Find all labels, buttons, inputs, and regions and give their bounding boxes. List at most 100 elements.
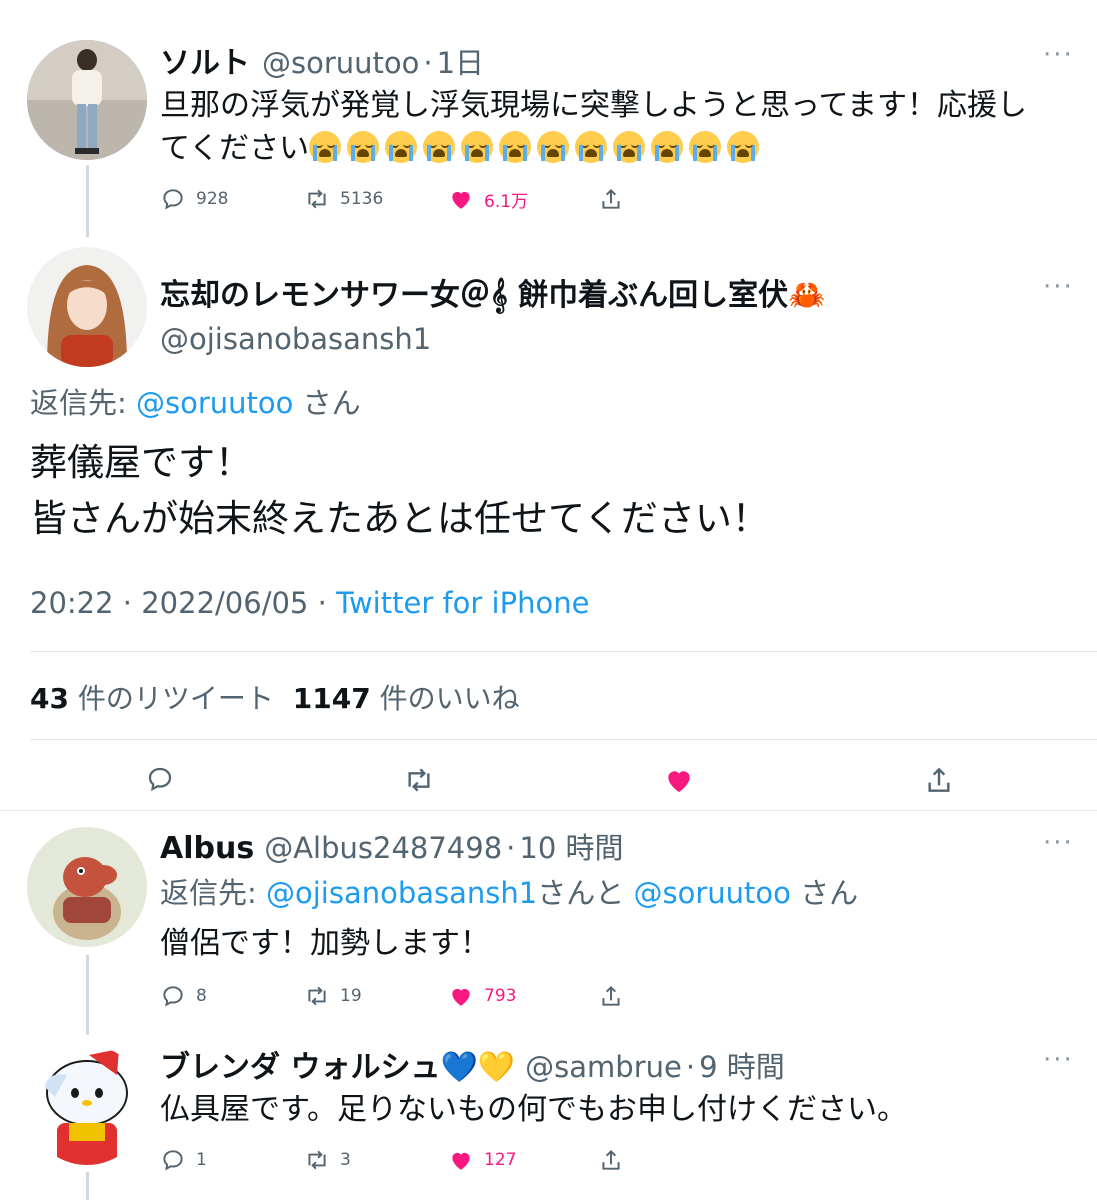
heart-icon: [452, 1152, 470, 1170]
tweet-text-line-2: てください: [160, 127, 1060, 170]
share-icon: [602, 188, 620, 209]
dot-separator: ·: [506, 831, 516, 865]
reply-button[interactable]: 8: [160, 983, 304, 1009]
dot-separator: ·: [122, 586, 133, 620]
main-text-line: 皆さんが始末終えたあとは任せてください！: [30, 497, 769, 540]
heart-icon[interactable]: [663, 764, 695, 796]
reply-suffix: さん: [302, 386, 361, 420]
reply2-header: ブレンダ ウォルシュ💙💛 @sambrue · 9 時間: [160, 1042, 785, 1086]
author-name[interactable]: ソルト: [160, 38, 250, 82]
engagement-stats: 43 件のリツイート 1147 件のいいね: [30, 677, 520, 717]
reply-icon[interactable]: [145, 764, 175, 794]
share-button[interactable]: [598, 983, 624, 1009]
loudly-crying-face-icon: [575, 131, 608, 163]
avatar-sambrue[interactable]: [27, 1045, 147, 1165]
divider: [0, 810, 1097, 811]
more-options-icon[interactable]: ···: [1043, 1045, 1074, 1075]
thread-line: [86, 165, 89, 237]
loudly-crying-face-icon: [689, 131, 722, 163]
heart-icon: [452, 191, 470, 209]
reply-context: 返信先: @soruutoo さん: [30, 380, 361, 422]
like-count: 793: [484, 986, 517, 1006]
like-count: 127: [484, 1150, 517, 1170]
retweet-icon: [308, 189, 326, 209]
author-handle[interactable]: @soruutoo: [262, 46, 419, 80]
loudly-crying-face-icon: [423, 131, 456, 163]
reply-mid: さんと: [537, 876, 625, 910]
tweet-time[interactable]: 9 時間: [699, 1044, 785, 1086]
author-handle[interactable]: @Albus2487498: [264, 831, 502, 865]
heart-icon: [452, 988, 470, 1006]
tweet1-text: 旦那の浮気が発覚し浮気現場に突撃しようと思ってます！応援し てください: [160, 84, 1060, 170]
retweet-button[interactable]: 19: [304, 983, 448, 1009]
retweet-stat-label: 件のリツイート: [77, 682, 274, 715]
loudly-crying-face-icon: [309, 131, 342, 163]
reply-context: 返信先: @ojisanobasansh1さんと @soruutoo さん: [160, 870, 858, 912]
loudly-crying-face-icon: [651, 131, 684, 163]
tweet-time[interactable]: 1日: [437, 40, 484, 82]
emoji-row: [309, 131, 765, 166]
reply2-text: 仏具屋です。足りないもの何でもお申し付けください。: [160, 1092, 907, 1127]
loudly-crying-face-icon: [499, 131, 532, 163]
like-button[interactable]: 6.1万: [448, 186, 598, 212]
reply-button[interactable]: 1: [160, 1147, 304, 1173]
loudly-crying-face-icon: [727, 131, 760, 163]
dot-separator: ·: [423, 46, 433, 80]
share-button[interactable]: [598, 186, 624, 212]
like-button[interactable]: 127: [448, 1147, 598, 1173]
retweet-icon: [308, 1150, 326, 1170]
share-button[interactable]: [598, 1147, 624, 1173]
like-stat-count: 1147: [292, 682, 371, 715]
reply-icon: [163, 986, 183, 1007]
reply-count: 8: [196, 986, 207, 1006]
retweet-stat-count: 43: [30, 682, 69, 715]
reply-icon: [163, 189, 183, 210]
more-options-icon[interactable]: ···: [1043, 40, 1074, 70]
reply-button[interactable]: 928: [160, 186, 304, 212]
author-name[interactable]: ブレンダ ウォルシュ💙💛: [160, 1042, 515, 1086]
tweet-meta: 20:22 · 2022/06/05 · Twitter for iPhone: [30, 586, 589, 620]
share-icon: [602, 985, 620, 1006]
main-tweet-header: 忘却のレモンサワー女＠𝄞 餅巾着ぶん回し室伏🦀 @ojisanobasansh1: [160, 270, 826, 356]
retweet-count: 19: [340, 986, 362, 1006]
thread-line: [86, 1172, 89, 1200]
avatar-soruutoo[interactable]: [27, 40, 147, 160]
share-icon[interactable]: [923, 764, 955, 796]
tweet-text-line: 旦那の浮気が発覚し浮気現場に突撃しようと思ってます！応援し: [160, 88, 1027, 123]
tweet1-actions: 928 5136 6.1万: [160, 184, 624, 214]
like-stat[interactable]: 1147 件のいいね: [293, 682, 520, 715]
main-text-line: 葬儀屋です！: [30, 441, 252, 484]
divider: [30, 739, 1097, 740]
retweet-button[interactable]: 5136: [304, 186, 448, 212]
like-stat-label: 件のいいね: [379, 682, 520, 715]
loudly-crying-face-icon: [461, 131, 494, 163]
retweet-button[interactable]: 3: [304, 1147, 448, 1173]
loudly-crying-face-icon: [537, 131, 570, 163]
reply-prefix: 返信先:: [30, 386, 127, 420]
tweet-time[interactable]: 10 時間: [519, 825, 623, 867]
reply-to-link[interactable]: @soruutoo: [136, 386, 293, 420]
like-count: 6.1万: [484, 191, 529, 212]
retweet-count: 3: [340, 1150, 351, 1170]
retweet-stat[interactable]: 43 件のリツイート: [30, 682, 283, 715]
divider: [30, 651, 1097, 652]
dot-separator: ·: [685, 1050, 696, 1084]
reply-icon: [163, 1150, 183, 1171]
author-name[interactable]: 忘却のレモンサワー女＠𝄞 餅巾着ぶん回し室伏🦀: [160, 270, 826, 314]
client-link[interactable]: Twitter for iPhone: [336, 586, 589, 620]
like-button[interactable]: 793: [448, 983, 598, 1009]
avatar-albus[interactable]: [27, 827, 147, 947]
dot-separator: ·: [317, 586, 327, 620]
avatar-ojisanobasansh1[interactable]: [27, 247, 147, 367]
reply-to-link[interactable]: @soruutoo: [633, 876, 790, 910]
author-handle[interactable]: @sambrue: [525, 1050, 682, 1084]
retweet-icon[interactable]: [403, 764, 435, 796]
author-name[interactable]: Albus: [160, 831, 254, 866]
main-tweet-actions: [0, 762, 1097, 798]
more-options-icon[interactable]: ···: [1043, 272, 1074, 302]
reply-to-link[interactable]: @ojisanobasansh1: [266, 876, 537, 910]
retweet-count: 5136: [340, 189, 384, 209]
author-handle[interactable]: @ojisanobasansh1: [160, 322, 826, 356]
more-options-icon[interactable]: ···: [1043, 828, 1074, 858]
retweet-icon: [308, 986, 326, 1006]
